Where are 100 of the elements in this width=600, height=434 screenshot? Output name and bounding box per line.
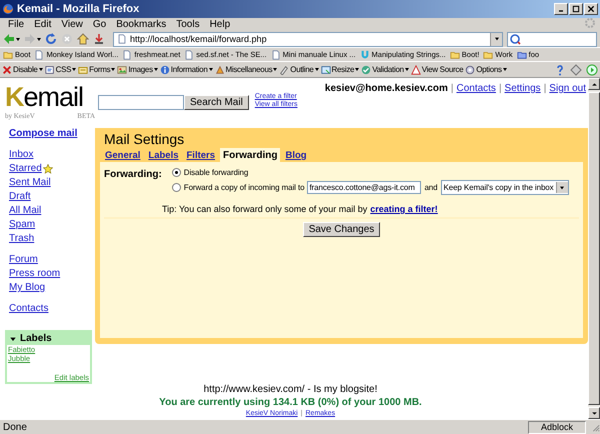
sidebar-link[interactable]: Starred: [9, 163, 53, 174]
toolbar-menu-button[interactable]: Disable: [2, 64, 43, 74]
toolbar-menu-button[interactable]: Images: [117, 64, 158, 74]
triangle-down-icon: [9, 334, 17, 342]
info-icon: [160, 64, 170, 74]
cross-icon: [2, 64, 12, 74]
search-input[interactable]: [98, 95, 184, 110]
search-field[interactable]: [507, 32, 597, 46]
stop-icon: [61, 33, 73, 45]
forward-button[interactable]: [24, 33, 41, 45]
sidebar-link[interactable]: Spam: [9, 219, 36, 230]
conjunction-text: and: [424, 183, 438, 192]
toolbar-menu-button[interactable]: Forms: [78, 64, 116, 74]
folder-icon: [450, 50, 460, 60]
blog-text: http://www.kesiev.com/ - Is my blogsite!: [204, 384, 378, 395]
address-bar[interactable]: http://localhost/kemail/forward.php: [113, 32, 503, 46]
menu-item[interactable]: Help: [206, 19, 234, 30]
status-panel: Adblock: [528, 420, 586, 434]
radio-button[interactable]: [172, 183, 181, 192]
home-icon: [77, 33, 89, 45]
menu-item[interactable]: View: [57, 19, 87, 30]
menu-item[interactable]: Go: [88, 19, 110, 30]
form-icon: [78, 64, 88, 74]
header-link[interactable]: Sign out: [549, 83, 586, 94]
email-field[interactable]: francesco.cottone@ags-it.com: [307, 181, 422, 194]
back-arrow-icon: [3, 33, 15, 45]
toolbar-menu-button[interactable]: Validation: [361, 64, 409, 74]
field-label: Forwarding:: [104, 168, 162, 182]
picture-icon: [117, 64, 128, 74]
horseshoe-icon: [360, 50, 370, 60]
sidebar-link[interactable]: Compose mail: [9, 128, 78, 139]
menu-item[interactable]: File: [4, 19, 28, 30]
toolbar-menu-button[interactable]: Resize: [320, 64, 360, 74]
checkmark-icon: [361, 64, 372, 74]
scrollbar[interactable]: [588, 78, 600, 419]
close-button[interactable]: [584, 3, 598, 15]
diamond-icon: [570, 64, 582, 76]
sidebar-link[interactable]: Forum: [9, 254, 38, 265]
toolbar-menu-button[interactable]: Miscellaneous: [214, 64, 278, 74]
sidebar-link[interactable]: Inbox: [9, 149, 34, 160]
close-icon: [587, 5, 595, 13]
reload-icon: [45, 33, 57, 45]
storage-usage-text: You are currently using 134.1 KB (0%) of your 1000 MB.: [159, 397, 422, 408]
menu-item[interactable]: Tools: [172, 19, 204, 30]
resize-grip-icon: [590, 422, 600, 432]
help-icon: [554, 64, 566, 76]
header-link[interactable]: Contacts: [456, 83, 496, 94]
logo: Kemail: [5, 82, 84, 112]
forward-arrow-icon: [24, 33, 36, 45]
separator: |: [498, 83, 502, 94]
toolbar-menu-button[interactable]: CSS: [44, 64, 76, 74]
labels-heading: Labels: [20, 333, 52, 344]
panel-title: Mail Settings: [103, 130, 186, 148]
sidebar-link[interactable]: Press room: [9, 268, 60, 279]
sidebar-link[interactable]: My Blog: [9, 282, 46, 293]
pencil-icon: [279, 64, 290, 74]
play-icon: [586, 64, 598, 76]
toolbar-menu-button[interactable]: Options: [465, 64, 507, 74]
browser-logo-icon: [2, 3, 14, 15]
tab[interactable]: Labels: [145, 148, 182, 162]
sidebar-link[interactable]: Sent Mail: [9, 177, 51, 188]
header-link[interactable]: Settings: [504, 83, 541, 94]
back-button[interactable]: [3, 33, 20, 45]
tip-text: Tip: You can also forward only some of your mail by: [162, 204, 368, 214]
folder-icon: [516, 50, 527, 60]
minimize-button[interactable]: [554, 3, 568, 15]
search-engine-icon: [510, 33, 522, 45]
window-title: Kemail - Mozilla Firefox: [17, 3, 140, 15]
option-label: Disable forwarding: [184, 168, 248, 177]
toolbar-menu-button[interactable]: Outline: [279, 64, 319, 74]
page-icon: [117, 34, 127, 44]
tab[interactable]: General: [102, 148, 144, 162]
stylesheet-icon: [44, 64, 55, 74]
user-email: kesiev@home.kesiev.com: [324, 83, 448, 94]
download-button[interactable]: [93, 33, 105, 45]
radio-button[interactable]: [172, 168, 181, 177]
menu-item[interactable]: Edit: [30, 19, 56, 30]
maximize-icon: [572, 5, 580, 13]
tab[interactable]: Blog: [282, 148, 310, 162]
expand-toggle[interactable]: [9, 334, 17, 342]
home-button[interactable]: [77, 33, 89, 45]
sidebar-link[interactable]: All Mail: [9, 205, 42, 216]
sidebar-link[interactable]: Contacts: [9, 303, 48, 314]
action-dropdown[interactable]: Keep Kemail's copy in the inbox: [440, 180, 569, 195]
tab[interactable]: Filters: [184, 148, 218, 162]
create-filter-link[interactable]: creating a filter!: [370, 204, 438, 214]
menu-item[interactable]: Bookmarks: [112, 19, 170, 30]
sidebar-link[interactable]: Draft: [9, 191, 31, 202]
throbber-icon: [584, 17, 596, 29]
toolbar-menu-button[interactable]: View Source: [410, 64, 464, 74]
scroll-up-icon: [590, 80, 598, 88]
tab[interactable]: Forwarding: [220, 148, 280, 162]
toolbar-menu-button[interactable]: Information: [160, 64, 212, 74]
search-button[interactable]: Search Mail: [184, 95, 249, 110]
arrow-down-icon: [93, 33, 105, 45]
sidebar-link[interactable]: Trash: [9, 233, 34, 244]
star-icon: [42, 164, 53, 174]
maximize-button[interactable]: [569, 3, 583, 15]
save-button[interactable]: Save Changes: [302, 222, 380, 237]
reload-button[interactable]: [45, 33, 57, 45]
